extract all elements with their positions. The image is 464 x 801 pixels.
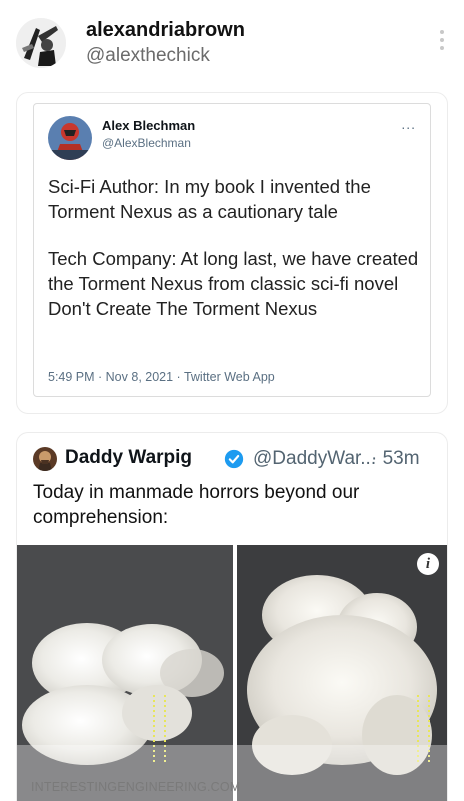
tweet-avatar[interactable]: [33, 447, 57, 471]
tweet-text: Today in manmade horrors beyond our comp…: [33, 482, 360, 528]
quoted-handle: @AlexBlechman: [102, 136, 191, 150]
quoted-more-icon: ...: [401, 116, 416, 132]
quoted-tweet-text: Sci-Fi Author: In my book I invented the…: [48, 174, 428, 343]
verified-badge-icon: [224, 449, 244, 469]
quoted-tweet-image: Alex Blechman @AlexBlechman ... Sci-Fi A…: [33, 103, 431, 397]
tweet-timestamp[interactable]: · 53m: [371, 448, 420, 470]
user-handle[interactable]: @alexthechick: [86, 45, 210, 67]
quoted-paragraph: Sci-Fi Author: In my book I invented the…: [48, 176, 371, 222]
brain-organoid-photo: [17, 545, 447, 801]
quoted-display-name: Alex Blechman: [102, 118, 196, 133]
quoted-avatar: [48, 116, 92, 160]
tweet-handle[interactable]: @DaddyWar...: [253, 448, 376, 470]
media-source-label: INTERESTINGENGINEERING.COM: [31, 780, 241, 794]
post-card: Alex Blechman @AlexBlechman ... Sci-Fi A…: [16, 92, 448, 414]
avatar[interactable]: [16, 18, 66, 68]
top-post-header: alexandriabrown @alexthechick: [0, 0, 464, 90]
display-name[interactable]: alexandriabrown: [86, 19, 245, 42]
embedded-tweet[interactable]: Daddy Warpig @DaddyWar... · 53m Today in…: [16, 432, 448, 801]
avatar-image: [16, 18, 66, 68]
tweet-media[interactable]: [17, 545, 447, 801]
info-icon[interactable]: i: [417, 553, 439, 575]
tweet-display-name[interactable]: Daddy Warpig: [65, 447, 192, 469]
quoted-timestamp: 5:49 PM · Nov 8, 2021 · Twitter Web App: [48, 370, 275, 384]
quoted-paragraph: Tech Company: At long last, we have crea…: [48, 248, 419, 319]
vertical-ellipsis-icon[interactable]: [440, 30, 444, 50]
